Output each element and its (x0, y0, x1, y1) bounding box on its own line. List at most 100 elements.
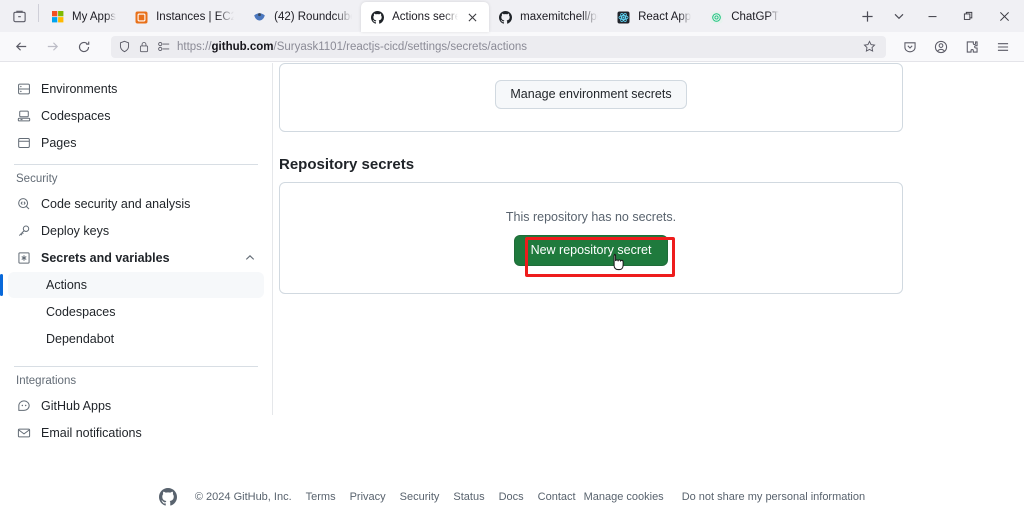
sidebar-item-label: Codespaces (41, 109, 111, 123)
browser-tab-chatgpt[interactable]: ChatGPT (700, 2, 788, 32)
url-text: https://github.com/Suryask1101/reactjs-c… (177, 40, 528, 53)
github-icon (498, 10, 513, 25)
repository-secrets-empty-state: This repository has no secrets. New repo… (280, 183, 902, 293)
close-icon[interactable] (465, 10, 480, 25)
bookmark-star-icon[interactable] (859, 40, 879, 53)
footer-link-do-not-share[interactable]: Do not share my personal information (682, 491, 865, 503)
sidebar-item-pages[interactable]: Pages (8, 130, 264, 156)
footer-link-privacy[interactable]: Privacy (350, 491, 386, 503)
new-tab-button[interactable] (852, 1, 883, 31)
sidebar-item-label: GitHub Apps (41, 399, 112, 413)
reload-button[interactable] (68, 34, 99, 60)
page-content: Environments Codespaces Pages Security C… (0, 63, 1024, 530)
microsoft-icon (50, 10, 65, 25)
sidebar-subitem-label: Actions (46, 278, 87, 292)
browser-tab-actions-secrets[interactable]: Actions secrets (361, 2, 490, 32)
navigation-toolbar: https://github.com/Suryask1101/reactjs-c… (0, 32, 1024, 62)
sidebar-item-label: Deploy keys (41, 224, 110, 238)
sidebar-item-actions[interactable]: Actions (0, 272, 264, 298)
repository-secrets-empty-text: This repository has no secrets. (505, 209, 677, 224)
browser-tab-react-app[interactable]: React App (607, 2, 700, 32)
sidebar-item-deploy-keys[interactable]: Deploy keys (8, 218, 264, 244)
footer-link-manage-cookies[interactable]: Manage cookies (584, 491, 664, 503)
tab-strip: My Apps Instances | EC2 | u (0, 0, 1024, 32)
main-column: Manage environment secrets Repository se… (279, 63, 903, 294)
sidebar-divider-security (14, 164, 258, 165)
tracking-protection-icon[interactable] (157, 41, 170, 52)
sidebar-heading-security: Security (16, 173, 58, 185)
back-button[interactable] (6, 34, 37, 60)
settings-sidebar: Environments Codespaces Pages Security C… (0, 63, 272, 530)
github-icon (370, 10, 385, 25)
browser-window: My Apps Instances | EC2 | u (0, 0, 1024, 530)
sidebar-item-label: Environments (41, 82, 118, 96)
sidebar-subitem-label: Codespaces (46, 305, 116, 319)
browser-tab-instances-ec2[interactable]: Instances | EC2 | u (125, 2, 243, 32)
environments-icon (16, 81, 32, 97)
chevron-up-icon[interactable] (244, 252, 256, 264)
browser-tab-maxemitchell[interactable]: maxemitchell/port (489, 2, 607, 32)
manage-environment-secrets-button[interactable]: Manage environment secrets (495, 79, 687, 110)
tab-title: My Apps (72, 11, 117, 23)
pocket-save-icon[interactable] (894, 34, 925, 60)
tab-title: (42) Roundcube W (274, 11, 353, 23)
sidebar-divider-integrations (14, 366, 258, 367)
address-bar[interactable]: https://github.com/Suryask1101/reactjs-c… (111, 35, 886, 58)
sidebar-item-label: Secrets and variables (41, 251, 170, 265)
environment-secrets-card-body: Manage environment secrets (280, 63, 902, 131)
react-icon (616, 10, 631, 25)
sidebar-item-label: Code security and analysis (41, 197, 191, 211)
tab-title: Instances | EC2 | u (156, 11, 235, 23)
sidebar-item-dependabot[interactable]: Dependabot (8, 326, 264, 352)
minimize-button[interactable] (914, 0, 950, 32)
sidebar-item-codespaces[interactable]: Codespaces (8, 103, 264, 129)
sidebar-subitem-label: Dependabot (46, 332, 115, 346)
firefox-view-button[interactable] (0, 0, 38, 32)
shield-icon[interactable] (118, 40, 131, 53)
lock-icon[interactable] (138, 41, 150, 53)
footer-link-status[interactable]: Status (453, 491, 484, 503)
close-window-button[interactable] (986, 0, 1022, 32)
restore-button[interactable] (950, 0, 986, 32)
window-controls (914, 0, 1022, 32)
key-icon (16, 223, 32, 239)
secrets-icon (16, 250, 32, 266)
github-apps-icon (16, 398, 32, 414)
footer-link-contact[interactable]: Contact (538, 491, 576, 503)
sidebar-heading-integrations: Integrations (16, 375, 77, 387)
sidebar-item-label: Email notifications (41, 426, 142, 440)
browser-tab-my-apps[interactable]: My Apps (41, 2, 125, 32)
roundcube-icon (252, 10, 267, 25)
extensions-icon[interactable] (956, 34, 987, 60)
repository-secrets-title: Repository secrets (279, 156, 415, 173)
tabstrip-controls (852, 0, 1024, 32)
chatgpt-icon (709, 10, 724, 25)
footer-link-terms[interactable]: Terms (306, 491, 336, 503)
tab-title: Actions secrets (392, 11, 459, 23)
tabstrip-divider (38, 3, 39, 22)
page-footer: © 2024 GitHub, Inc. Terms Privacy Securi… (0, 488, 1024, 506)
sidebar-item-label: Pages (41, 136, 77, 150)
account-icon[interactable] (925, 34, 956, 60)
github-mark-icon (158, 488, 177, 506)
tab-list: My Apps Instances | EC2 | u (41, 0, 852, 32)
sidebar-item-github-apps[interactable]: GitHub Apps (8, 393, 264, 419)
url-domain: github.com (211, 40, 274, 53)
mail-icon (16, 425, 32, 441)
forward-button[interactable] (37, 34, 68, 60)
list-all-tabs-button[interactable] (883, 1, 914, 31)
aws-icon (134, 10, 149, 25)
environment-secrets-card: Manage environment secrets (279, 63, 903, 132)
sidebar-item-code-security-and-analysis[interactable]: Code security and analysis (8, 191, 264, 217)
footer-link-docs[interactable]: Docs (499, 491, 524, 503)
sidebar-item-codespaces-secrets[interactable]: Codespaces (8, 299, 264, 325)
new-repository-secret-button[interactable]: New repository secret (513, 234, 669, 267)
sidebar-item-email-notifications[interactable]: Email notifications (8, 420, 264, 446)
sidebar-item-secrets-and-variables[interactable]: Secrets and variables (8, 245, 264, 271)
code-security-icon (16, 196, 32, 212)
footer-link-security[interactable]: Security (400, 491, 440, 503)
footer-copyright: © 2024 GitHub, Inc. (194, 491, 292, 503)
browser-tab-roundcube[interactable]: (42) Roundcube W (243, 2, 361, 32)
app-menu-icon[interactable] (987, 34, 1018, 60)
sidebar-item-environments[interactable]: Environments (8, 76, 264, 102)
